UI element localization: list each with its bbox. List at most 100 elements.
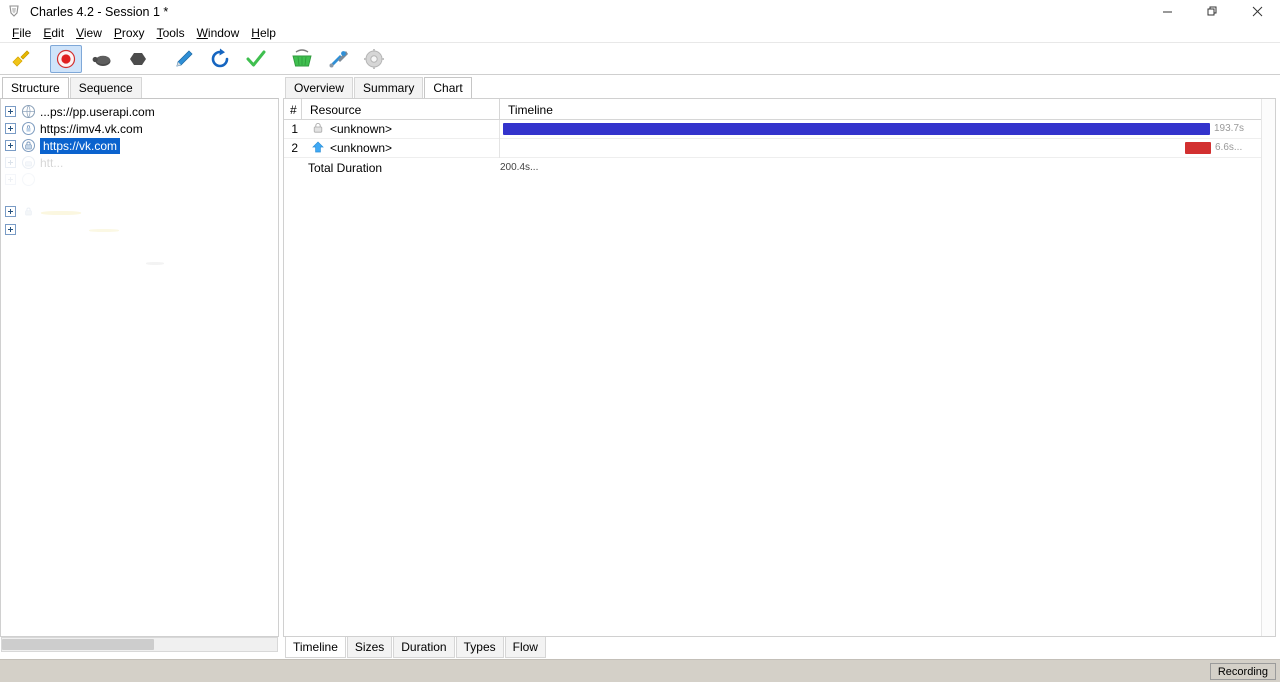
row-timeline-cell: 6.6s... <box>500 139 1275 158</box>
tab-summary[interactable]: Summary <box>354 77 423 98</box>
menu-file[interactable]: File <box>6 24 37 42</box>
tree-item-label: ...ps://pp.userapi.com <box>40 105 155 119</box>
total-duration-value: 200.4s... <box>500 162 538 173</box>
tab-overview[interactable]: Overview <box>285 77 353 98</box>
timeline-bar-response <box>1185 142 1211 154</box>
menu-file-rest: ile <box>19 26 31 40</box>
menu-proxy-rest: roxy <box>122 26 145 40</box>
table-row[interactable]: 2 <unknown> 6.6s... <box>284 139 1275 158</box>
recording-status-badge: Recording <box>1210 663 1276 680</box>
globe-lock-icon <box>21 204 36 219</box>
main-tabstrip: Overview Summary Chart <box>283 76 1276 98</box>
padlock-icon <box>312 122 324 137</box>
tab-sizes[interactable]: Sizes <box>347 637 392 658</box>
column-header-timeline[interactable]: Timeline <box>500 99 1275 120</box>
row-resource-label: <unknown> <box>330 122 392 136</box>
table-row[interactable]: 1 <unknown> 193.7s <box>284 120 1275 139</box>
menu-bar: File Edit View Proxy Tools Window Help <box>0 23 1280 43</box>
menu-view-rest: iew <box>84 26 102 40</box>
chart-mode-tabstrip: Timeline Sizes Duration Types Flow <box>283 637 547 659</box>
tree-item[interactable]: https://imv4.vk.com <box>1 120 278 137</box>
render-artifact <box>41 211 81 215</box>
menu-proxy[interactable]: Proxy <box>108 24 151 42</box>
globe-lock-icon <box>21 121 36 136</box>
tab-chart[interactable]: Chart <box>424 77 471 98</box>
window-title: Charles 4.2 - Session 1 * <box>30 5 168 19</box>
menu-edit-rest: dit <box>51 26 64 40</box>
expand-icon[interactable] <box>5 123 16 134</box>
tree-item-label: htt... <box>40 156 63 170</box>
restore-button[interactable] <box>1190 0 1235 23</box>
breakpoints-button[interactable] <box>122 45 154 73</box>
globe-lock-icon <box>21 172 36 187</box>
preferences-button[interactable] <box>358 45 390 73</box>
globe-lock-icon <box>21 104 36 119</box>
chart-view: # Resource Timeline 1 <unknown> <box>283 98 1276 637</box>
tree-item[interactable] <box>1 221 278 238</box>
tab-duration[interactable]: Duration <box>393 637 454 658</box>
menu-window-rest: indow <box>208 26 239 40</box>
expand-icon[interactable] <box>5 174 16 185</box>
throttle-button[interactable] <box>86 45 118 73</box>
menu-help[interactable]: Help <box>245 24 282 42</box>
row-timeline-cell: 193.7s <box>500 120 1275 139</box>
structure-tree[interactable]: ...ps://pp.userapi.com https://imv4.vk.c… <box>0 98 279 637</box>
menu-window[interactable]: Window <box>191 24 246 42</box>
timeline-bar-label: 193.7s <box>1214 123 1244 135</box>
minimize-button[interactable] <box>1145 0 1190 23</box>
tab-timeline[interactable]: Timeline <box>285 637 346 658</box>
horizontal-scrollbar[interactable] <box>1 637 278 652</box>
expand-icon[interactable] <box>5 140 16 151</box>
menu-tools[interactable]: Tools <box>151 24 191 42</box>
expand-icon[interactable] <box>5 206 16 217</box>
tab-sequence[interactable]: Sequence <box>70 77 142 98</box>
status-bar: Recording <box>0 659 1280 682</box>
row-number: 2 <box>284 141 302 155</box>
vertical-scrollbar[interactable] <box>1261 99 1275 637</box>
compose-button[interactable] <box>168 45 200 73</box>
tree-item[interactable]: htt... <box>1 154 278 171</box>
timeline-bar-request <box>503 123 1210 135</box>
tab-types[interactable]: Types <box>456 637 504 658</box>
tree-item-label: https://vk.com <box>40 138 120 154</box>
tree-item-label: https://imv4.vk.com <box>40 122 143 136</box>
window-controls <box>1145 0 1280 23</box>
settings-tools-button[interactable] <box>322 45 354 73</box>
render-artifact <box>89 229 119 232</box>
menu-edit[interactable]: Edit <box>37 24 70 42</box>
table-header: # Resource Timeline <box>284 99 1275 120</box>
record-button[interactable] <box>50 45 82 73</box>
validate-button[interactable] <box>240 45 272 73</box>
tree-item-selected[interactable]: https://vk.com <box>1 137 278 154</box>
total-duration-row: Total Duration 200.4s... <box>284 158 1275 177</box>
column-header-resource[interactable]: Resource <box>302 99 500 120</box>
close-button[interactable] <box>1235 0 1280 23</box>
menu-tools-rest: ools <box>163 26 185 40</box>
row-resource-cell: <unknown> <box>302 139 500 158</box>
expand-icon[interactable] <box>5 157 16 168</box>
clear-session-button[interactable] <box>4 45 36 73</box>
menu-help-rest: elp <box>260 26 276 40</box>
title-bar: Charles 4.2 - Session 1 * <box>0 0 1280 23</box>
globe-lock-icon <box>21 155 36 170</box>
render-artifact <box>146 262 164 265</box>
app-icon <box>6 4 22 20</box>
column-header-number[interactable]: # <box>284 99 302 120</box>
menu-view[interactable]: View <box>70 24 108 42</box>
sidebar-tabstrip: Structure Sequence <box>0 76 280 98</box>
row-resource-label: <unknown> <box>330 141 392 155</box>
tools-basket-button[interactable] <box>286 45 318 73</box>
toolbar <box>0 43 1280 75</box>
tab-structure[interactable]: Structure <box>2 77 69 98</box>
globe-lock-icon <box>21 138 36 153</box>
row-resource-cell: <unknown> <box>302 120 500 139</box>
main-panel: Overview Summary Chart # Resource Timeli… <box>283 76 1276 659</box>
charles-application-window: Charles 4.2 - Session 1 * File Edit V <box>0 0 1280 682</box>
scrollbar-thumb[interactable] <box>2 639 154 650</box>
tab-flow[interactable]: Flow <box>505 637 546 658</box>
tree-item[interactable] <box>1 171 278 188</box>
tree-item[interactable]: ...ps://pp.userapi.com <box>1 103 278 120</box>
repeat-button[interactable] <box>204 45 236 73</box>
expand-icon[interactable] <box>5 224 16 235</box>
expand-icon[interactable] <box>5 106 16 117</box>
